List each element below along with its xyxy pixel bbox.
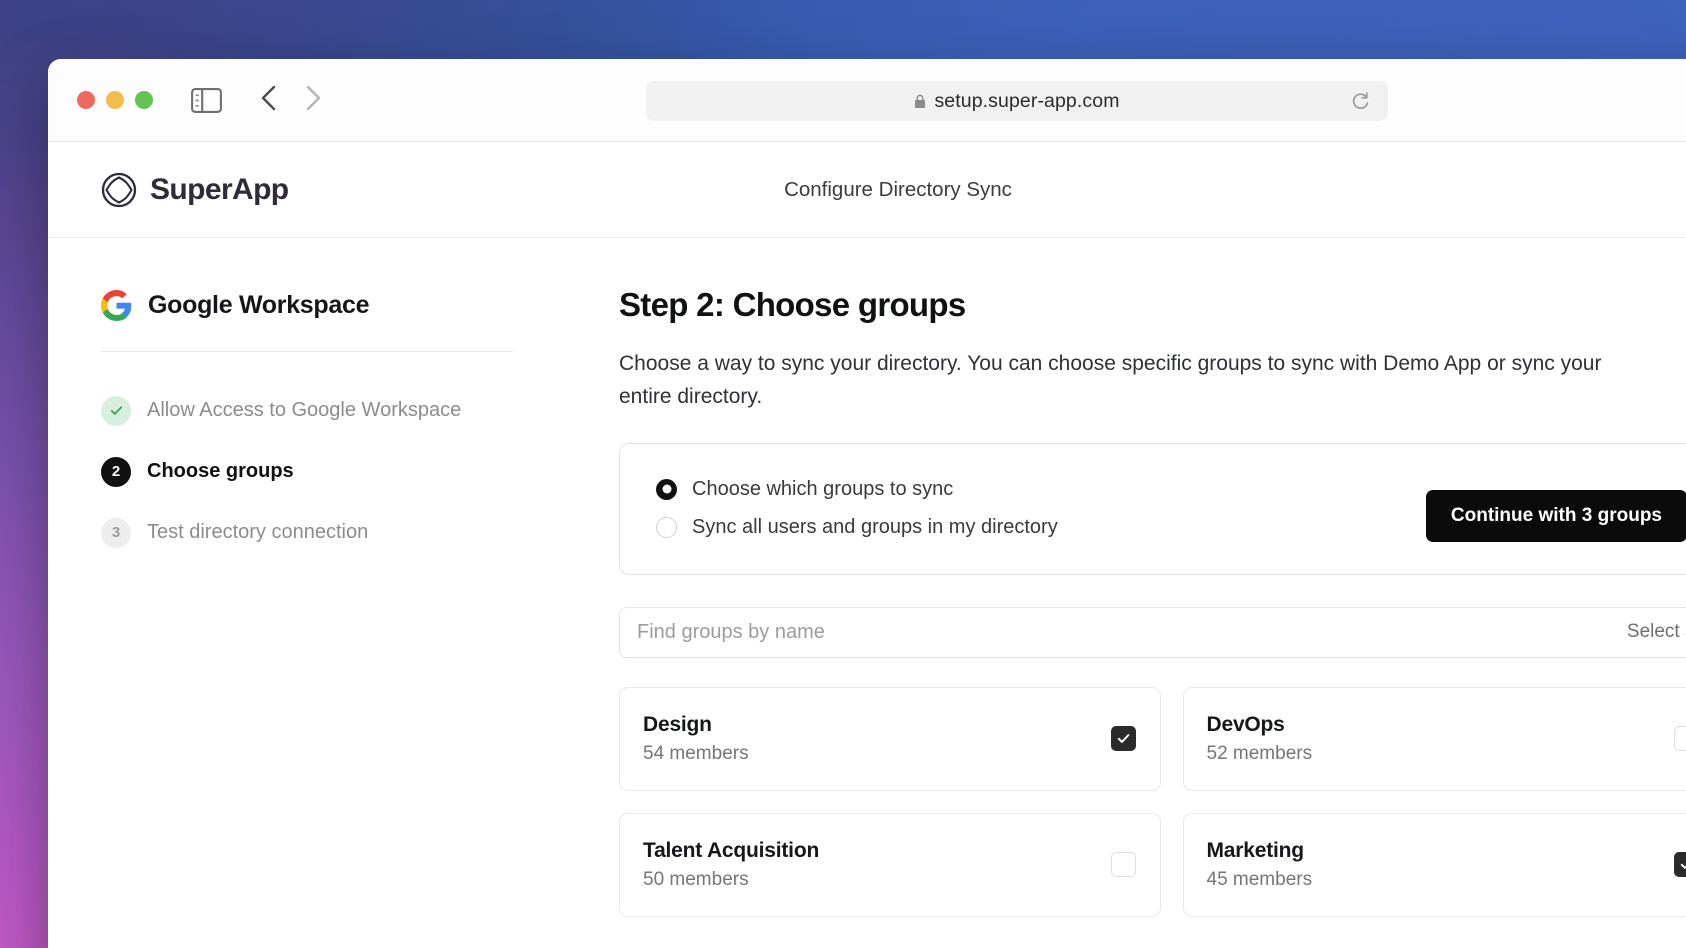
sidebar-step-choose-groups[interactable]: 2 Choose groups <box>101 441 619 502</box>
group-name: Marketing <box>1206 838 1305 862</box>
group-checkbox[interactable] <box>1674 852 1686 877</box>
sync-mode-card: Choose which groups to sync Sync all use… <box>619 442 1686 575</box>
radio-option-choose-groups[interactable]: Choose which groups to sync <box>656 478 1058 501</box>
step-active-badge: 2 <box>101 456 131 487</box>
group-member-count: 50 members <box>643 868 749 890</box>
back-button[interactable] <box>258 84 280 117</box>
group-checkbox[interactable] <box>1110 852 1136 877</box>
sidebar-toggle-icon <box>191 87 222 113</box>
window-controls <box>77 91 153 109</box>
group-search-row: Select all <box>619 606 1686 658</box>
group-name: Design <box>643 712 712 736</box>
back-arrow-icon <box>261 85 276 110</box>
google-logo-icon <box>101 290 132 321</box>
group-info: Design 54 members <box>643 713 749 765</box>
checkmark-icon <box>1117 734 1129 743</box>
sync-mode-radio-group: Choose which groups to sync Sync all use… <box>656 474 1058 539</box>
group-member-count: 45 members <box>1206 868 1313 890</box>
group-checkbox[interactable] <box>1674 726 1686 751</box>
radio-button[interactable] <box>656 478 677 500</box>
forward-arrow-icon <box>306 85 321 110</box>
lock-icon <box>915 94 926 108</box>
radio-label: Choose which groups to sync <box>692 477 954 500</box>
group-member-count: 54 members <box>643 742 749 764</box>
page-title: Step 2: Choose groups <box>619 286 966 323</box>
group-card-design[interactable]: Design 54 members <box>619 686 1161 791</box>
page-header-title: Configure Directory Sync <box>784 177 1012 201</box>
sidebar-toggle-button[interactable] <box>191 87 222 113</box>
group-card-marketing[interactable]: Marketing 45 members <box>1182 812 1686 917</box>
browser-window: setup.super-app.com SuperApp Configure D… <box>48 59 1686 948</box>
setup-sidebar: Google Workspace Allow Access to Google … <box>48 238 619 948</box>
forward-button[interactable] <box>302 84 324 117</box>
check-icon <box>110 406 122 415</box>
group-member-count: 52 members <box>1206 742 1313 764</box>
step-pending-badge: 3 <box>101 517 131 548</box>
sidebar-divider <box>101 351 513 352</box>
page-content: Google Workspace Allow Access to Google … <box>48 238 1686 948</box>
setup-steps: Allow Access to Google Workspace 2 Choos… <box>101 380 619 563</box>
provider-name: Google Workspace <box>148 291 370 319</box>
zoom-button[interactable] <box>135 91 153 109</box>
sidebar-step-label: Allow Access to Google Workspace <box>147 399 462 421</box>
checkmark-icon <box>1680 863 1686 869</box>
sidebar-step-label: Choose groups <box>147 460 294 482</box>
group-name: DevOps <box>1206 712 1285 736</box>
navigation-arrows <box>258 84 324 117</box>
group-list: Design 54 members DevOps 52 members Tale… <box>619 686 1686 917</box>
group-info: Talent Acquisition 50 members <box>643 839 819 891</box>
brand-name: SuperApp <box>150 172 289 206</box>
group-search-input[interactable] <box>637 620 1627 644</box>
page-description: Choose a way to sync your directory. You… <box>619 352 1602 408</box>
group-name: Talent Acquisition <box>643 838 820 862</box>
brand[interactable]: SuperApp <box>101 172 289 208</box>
provider-heading: Google Workspace <box>101 290 619 321</box>
sidebar-step-label: Test directory connection <box>147 521 369 543</box>
reload-icon[interactable] <box>1351 92 1370 111</box>
url-text: setup.super-app.com <box>934 89 1120 112</box>
continue-button[interactable]: Continue with 3 groups <box>1425 489 1686 542</box>
minimize-button[interactable] <box>106 91 124 109</box>
address-bar[interactable]: setup.super-app.com <box>646 81 1388 121</box>
step-complete-badge <box>101 395 131 426</box>
main-panel: Step 2: Choose groups Choose a way to sy… <box>619 238 1686 948</box>
browser-toolbar: setup.super-app.com <box>48 59 1686 142</box>
group-info: DevOps 52 members <box>1207 713 1313 765</box>
group-info: Marketing 45 members <box>1207 839 1313 891</box>
sidebar-step-allow-access[interactable]: Allow Access to Google Workspace <box>101 380 619 441</box>
radio-label: Sync all users and groups in my director… <box>692 515 1058 538</box>
sidebar-step-test-connection[interactable]: 3 Test directory connection <box>101 502 619 563</box>
app-header: SuperApp Configure Directory Sync <box>48 142 1686 238</box>
group-checkbox[interactable] <box>1110 726 1136 751</box>
close-button[interactable] <box>77 91 95 109</box>
group-card-talent-acquisition[interactable]: Talent Acquisition 50 members <box>619 812 1161 917</box>
superapp-logo-icon <box>101 172 137 207</box>
select-all-link[interactable]: Select all <box>1627 621 1686 643</box>
radio-option-sync-all[interactable]: Sync all users and groups in my director… <box>656 516 1058 539</box>
group-card-devops[interactable]: DevOps 52 members <box>1182 686 1686 791</box>
radio-button[interactable] <box>656 516 677 538</box>
